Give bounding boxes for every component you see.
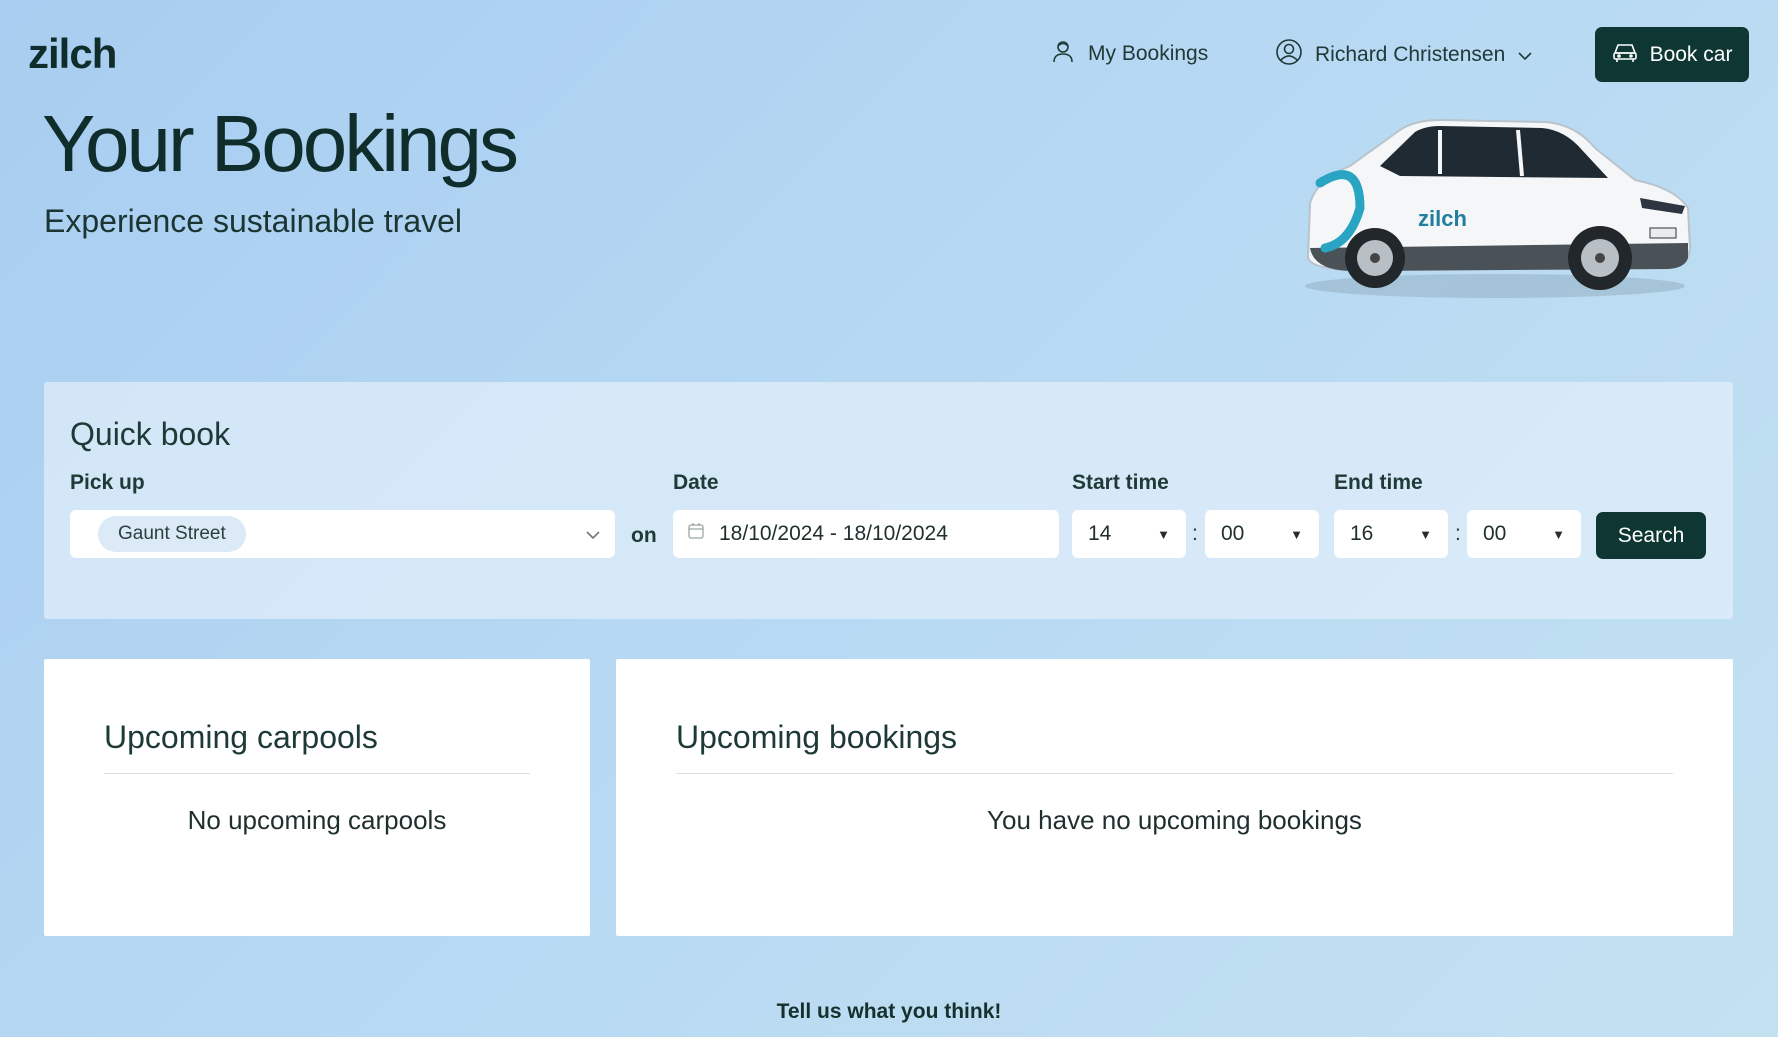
user-menu[interactable]: Richard Christensen [1275,38,1533,72]
caret-down-icon: ▼ [1552,526,1565,542]
quick-book-title: Quick book [70,416,231,452]
date-label: Date [673,471,719,494]
feedback-link[interactable]: Tell us what you think! [0,1000,1778,1024]
divider [676,773,1673,774]
upcoming-carpools-card: Upcoming carpools No upcoming carpools [44,659,590,936]
end-time-colon: : [1455,522,1461,545]
date-range-value: 18/10/2024 - 18/10/2024 [719,522,948,545]
calendar-icon [687,522,705,546]
chevron-down-icon [585,522,601,546]
upcoming-bookings-title: Upcoming bookings [676,719,958,755]
nav-my-bookings-label: My Bookings [1088,42,1209,65]
start-hour-select[interactable]: 14 ▼ [1072,510,1186,558]
start-hour-value: 14 [1088,522,1112,545]
chevron-down-icon [1517,43,1533,67]
book-car-button[interactable]: Book car [1595,27,1749,82]
date-range-input[interactable]: 18/10/2024 - 18/10/2024 [673,510,1059,558]
start-minute-value: 00 [1221,522,1245,545]
page-title: Your Bookings [42,99,519,188]
end-time-label: End time [1334,471,1423,494]
zilch-logo[interactable]: zilch [28,30,117,78]
start-time-label: Start time [1072,471,1169,494]
upcoming-carpools-title: Upcoming carpools [104,719,378,755]
user-avatar-icon [1275,38,1303,72]
nav-my-bookings[interactable]: My Bookings [1050,38,1208,70]
start-minute-select[interactable]: 00 ▼ [1205,510,1319,558]
user-name: Richard Christensen [1315,43,1506,66]
caret-down-icon: ▼ [1290,526,1303,542]
caret-down-icon: ▼ [1419,526,1432,542]
divider [104,773,530,774]
bookings-empty-message: You have no upcoming bookings [987,805,1362,835]
car-icon [1612,41,1638,69]
carpools-empty-message: No upcoming carpools [187,805,447,835]
book-car-label: Book car [1649,42,1733,66]
caret-down-icon: ▼ [1157,526,1170,542]
car-logo-text: zilch [1418,206,1467,231]
search-button[interactable]: Search [1596,512,1706,559]
on-label: on [631,524,657,547]
start-time-colon: : [1192,522,1198,545]
end-hour-value: 16 [1350,522,1374,545]
end-minute-select[interactable]: 00 ▼ [1467,510,1581,558]
upcoming-bookings-card: Upcoming bookings You have no upcoming b… [616,659,1733,936]
pickup-location-chip[interactable]: Gaunt Street [98,516,246,552]
car-image: zilch [1290,108,1700,308]
quick-book-panel [44,382,1733,619]
page-subtitle: Experience sustainable travel [44,203,463,239]
end-hour-select[interactable]: 16 ▼ [1334,510,1448,558]
pickup-select[interactable]: Gaunt Street [70,510,615,558]
driver-icon [1050,38,1076,70]
end-minute-value: 00 [1483,522,1507,545]
pickup-label: Pick up [70,471,145,494]
